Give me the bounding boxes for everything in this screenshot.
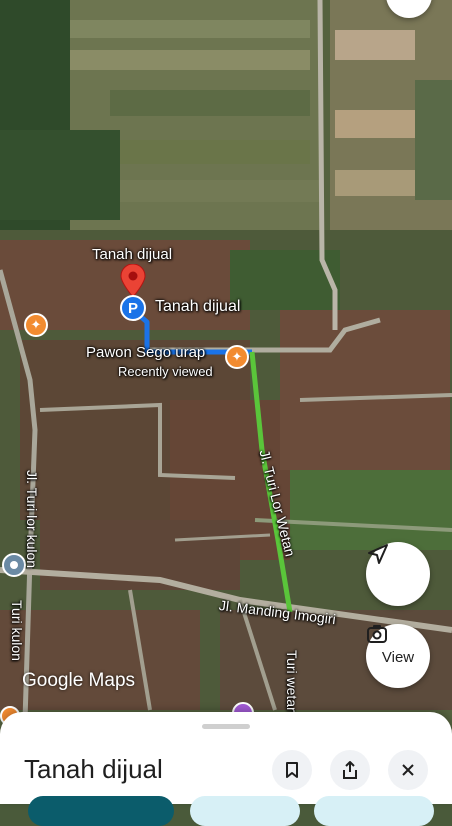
start-chip[interactable] (190, 796, 300, 826)
share-button[interactable] (330, 750, 370, 790)
road-label-turi-kulon: Turi kulon (9, 600, 25, 661)
restaurant-icon[interactable]: ✦ (24, 313, 48, 337)
sheet-title: Tanah dijual (24, 754, 163, 784)
close-button[interactable] (388, 750, 428, 790)
locate-button[interactable] (366, 542, 430, 606)
place-label-pin: Tanah dijual (155, 298, 241, 315)
poi-subtitle: Recently viewed (118, 364, 213, 379)
call-chip[interactable] (314, 796, 434, 826)
directions-chip[interactable] (28, 796, 174, 826)
location-pin-icon[interactable] (118, 264, 148, 298)
map-canvas[interactable]: Tanah dijual P Tanah dijual ✦ Pawon Sego… (0, 0, 452, 804)
view-label: View (381, 648, 415, 666)
road-label-turi-lor-kulon: Jl. Turi lor kulon (24, 470, 40, 569)
camera-icon (367, 625, 387, 643)
google-maps-watermark: Google Maps (22, 670, 136, 691)
restaurant-icon[interactable]: ✦ (225, 345, 249, 369)
close-icon (402, 764, 414, 776)
drag-handle[interactable] (202, 724, 250, 729)
save-button[interactable] (272, 750, 312, 790)
navigation-arrow-icon (368, 544, 388, 564)
street-view-button[interactable]: View (366, 624, 430, 688)
road-label-turi-wetan: Turi wetan (284, 650, 300, 715)
place-marker-icon[interactable] (2, 553, 26, 577)
share-icon (343, 761, 357, 779)
place-label-top: Tanah dijual (92, 246, 173, 263)
parking-icon[interactable]: P (120, 295, 146, 321)
bookmark-icon (286, 762, 298, 778)
place-bottom-sheet[interactable]: Tanah dijual (0, 712, 452, 804)
poi-name[interactable]: Pawon Sego urap (86, 344, 205, 361)
